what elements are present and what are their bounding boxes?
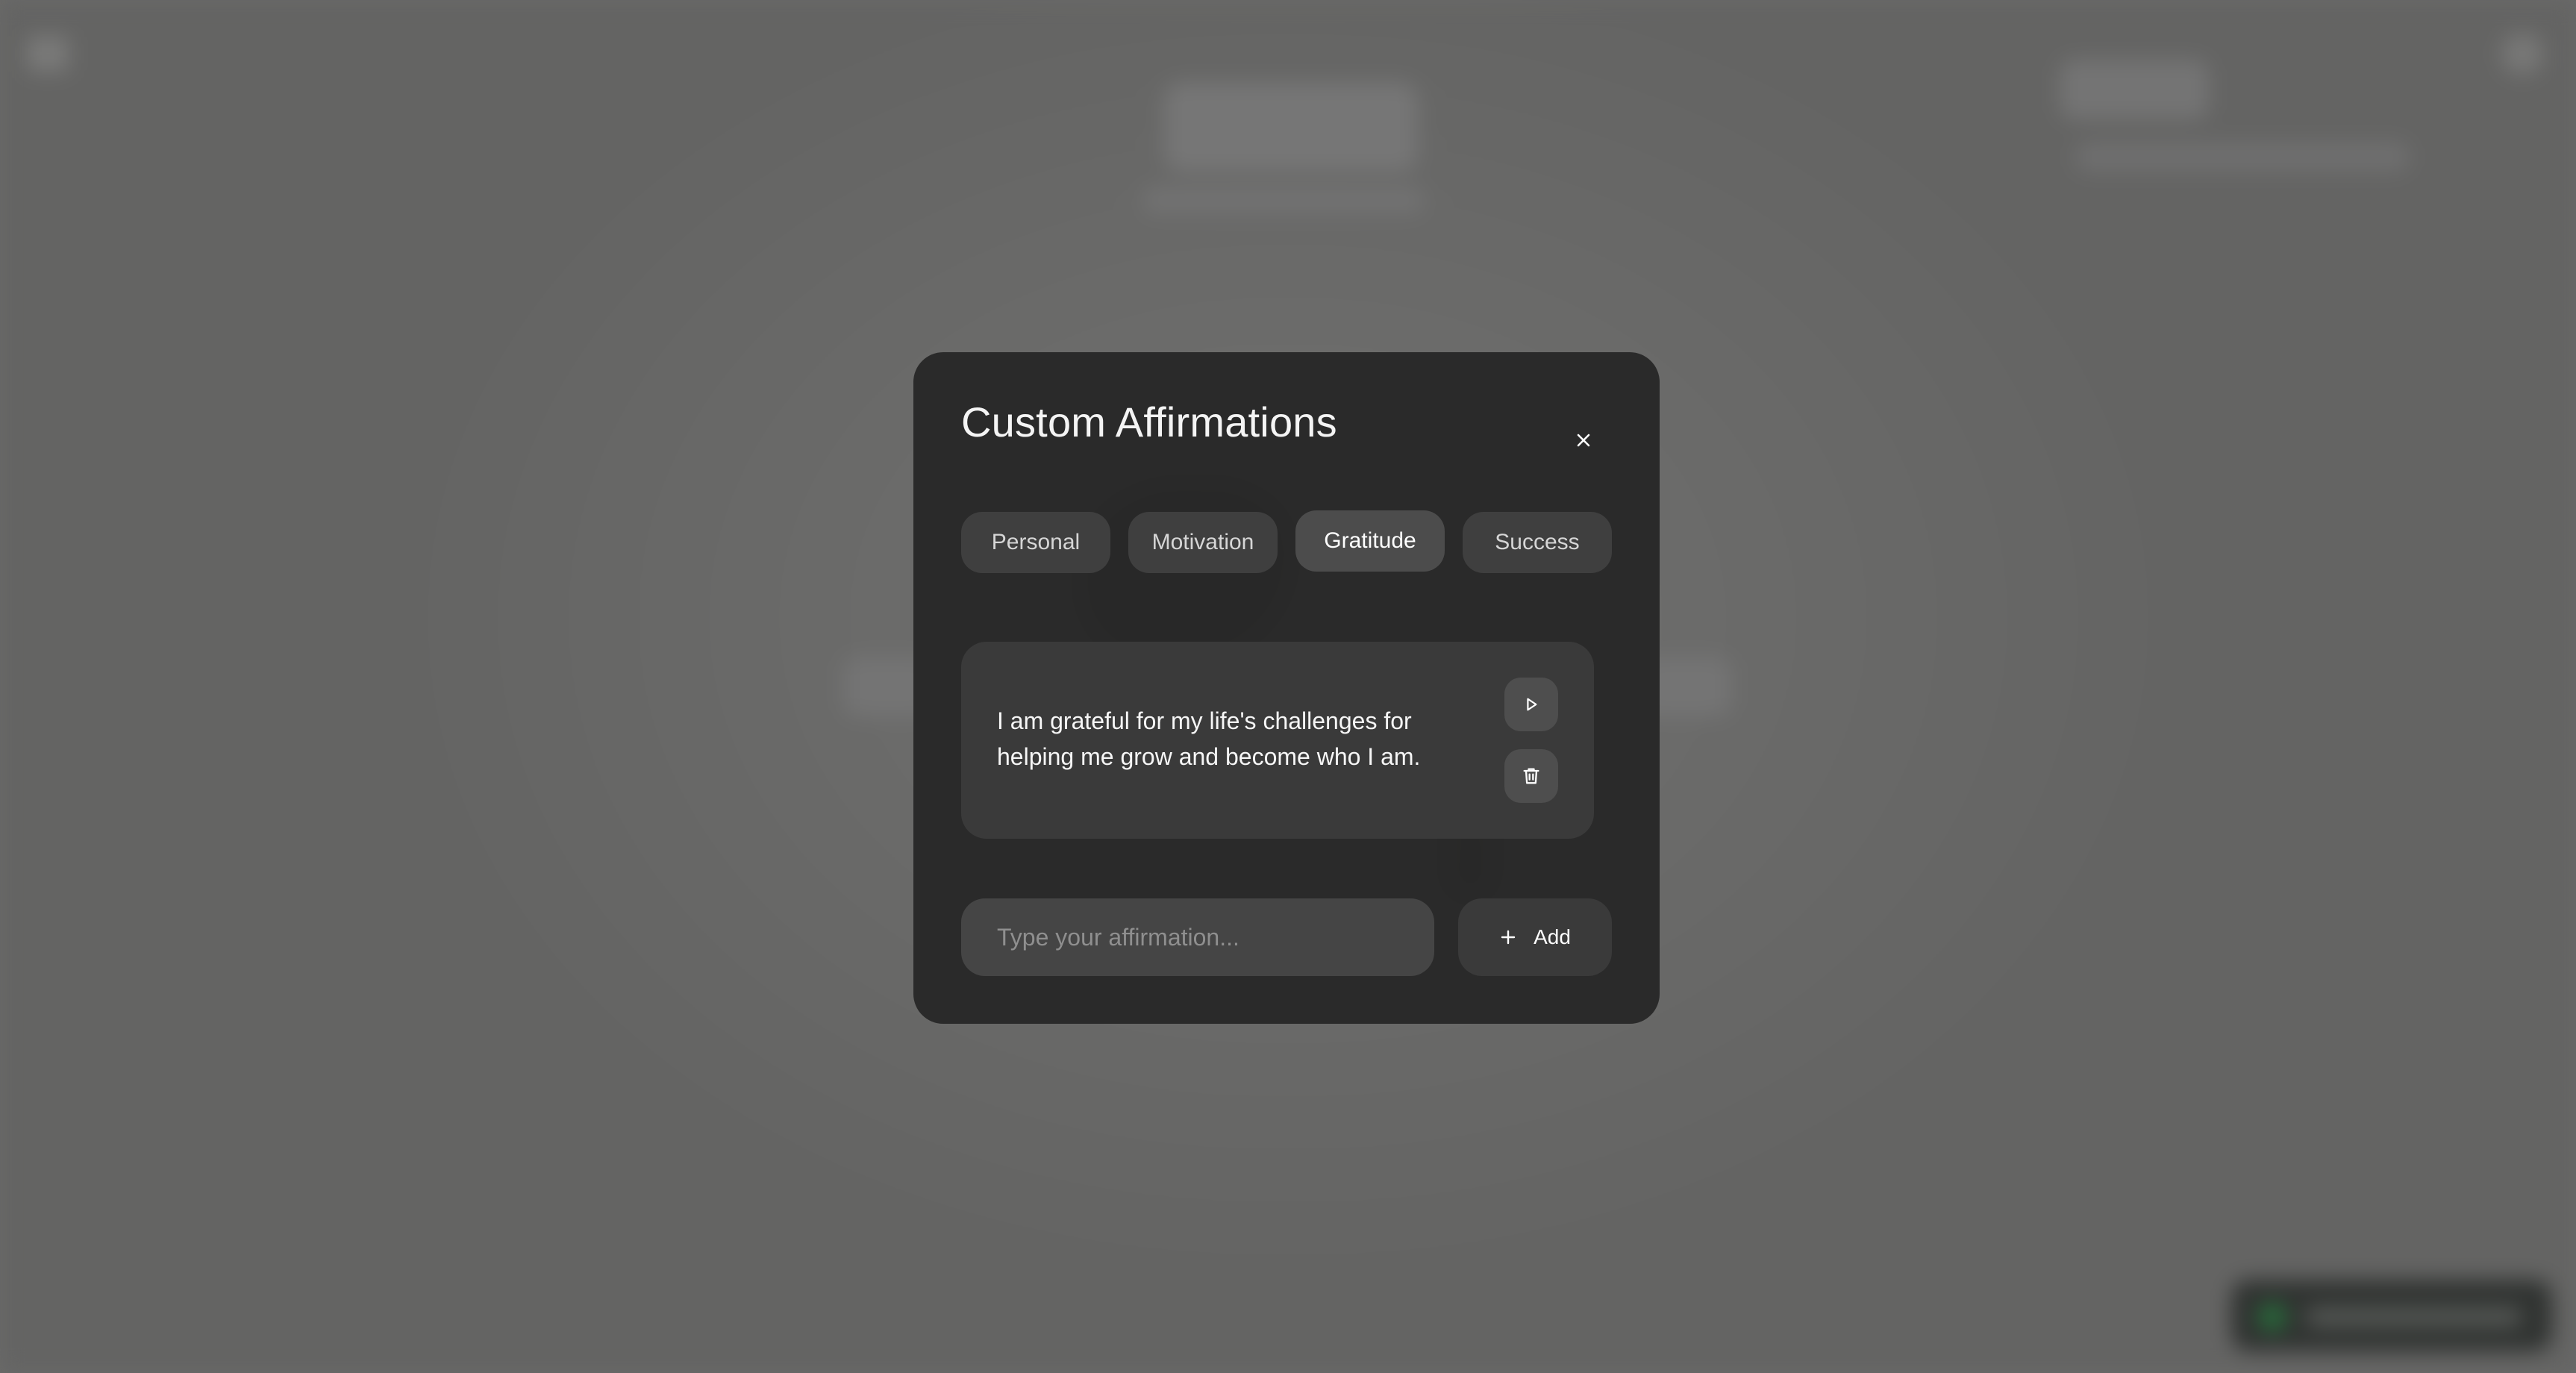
background-weather-detail (2075, 142, 2410, 172)
close-icon (1577, 434, 1590, 447)
play-icon (1527, 698, 1537, 711)
affirmation-input-wrapper (961, 898, 1434, 976)
affirmation-card: I am grateful for my life's challenges f… (961, 642, 1594, 839)
background-toast-icon (2257, 1302, 2287, 1332)
delete-button[interactable] (1504, 749, 1558, 803)
trash-icon (1523, 768, 1539, 784)
modal-title: Custom Affirmations (961, 398, 1337, 445)
affirmation-text: I am grateful for my life's challenges f… (997, 707, 1421, 770)
plus-icon (1501, 930, 1516, 945)
affirmation-actions (1504, 678, 1558, 803)
add-button[interactable]: Add (1458, 898, 1612, 976)
tab-personal[interactable]: Personal (961, 512, 1110, 573)
background-weather (2060, 60, 2209, 119)
background-toast-text (2306, 1307, 2522, 1327)
tab-gratitude[interactable]: Gratitude (1295, 510, 1445, 572)
add-button-label: Add (1534, 925, 1571, 948)
menu-icon (27, 36, 69, 72)
affirmation-input[interactable] (961, 898, 1434, 976)
background-date (1142, 187, 1425, 213)
custom-affirmations-modal: Custom Affirmations Personal Motivation … (913, 352, 1660, 1024)
close-button[interactable] (1563, 419, 1604, 461)
category-tabs: Personal Motivation Gratitude Success (961, 507, 1612, 573)
settings-icon (2501, 33, 2543, 75)
background-clock (1164, 82, 1418, 172)
tab-motivation[interactable]: Motivation (1128, 512, 1278, 573)
play-button[interactable] (1504, 678, 1558, 731)
tab-success[interactable]: Success (1463, 512, 1612, 573)
